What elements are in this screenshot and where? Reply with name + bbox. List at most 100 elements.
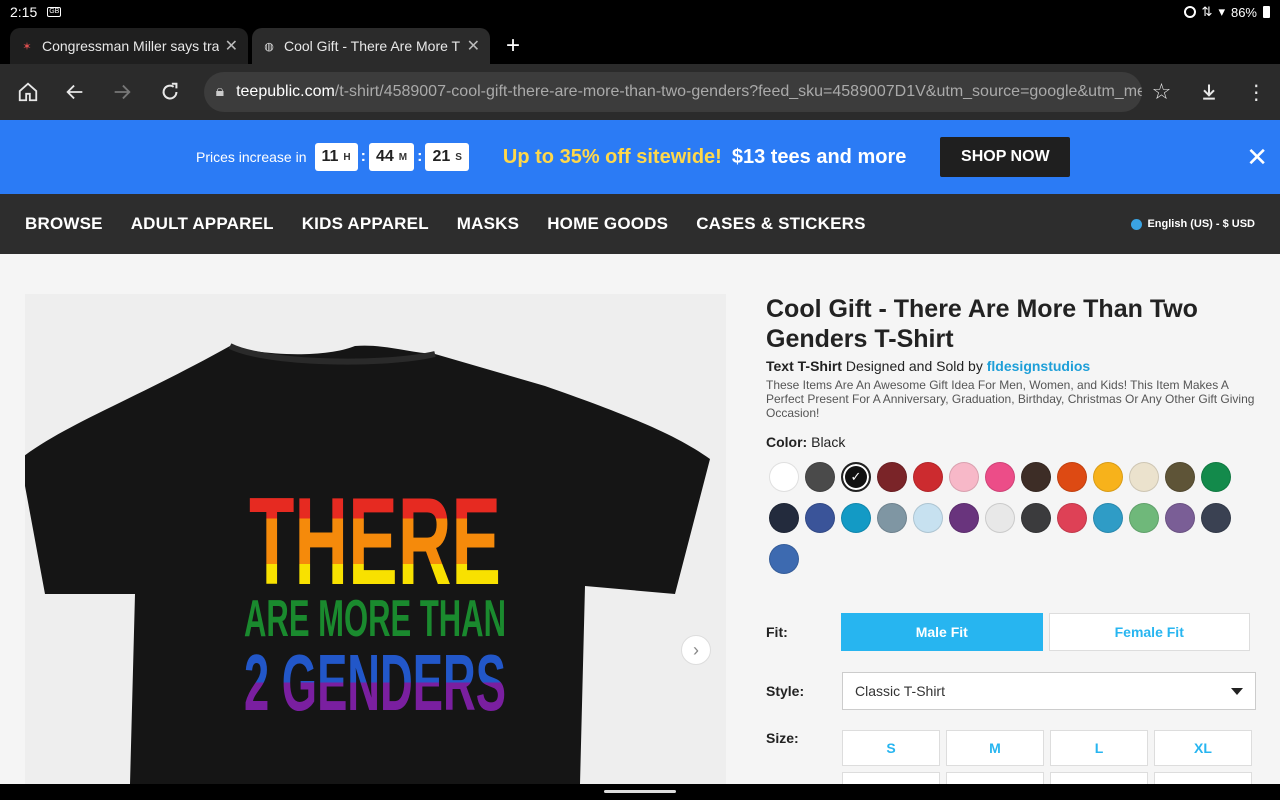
color-swatch[interactable] <box>913 462 943 492</box>
color-swatch[interactable] <box>949 462 979 492</box>
reload-icon[interactable] <box>146 68 193 116</box>
product-gallery[interactable]: THERE ARE MORE THAN 2 GENDERS › <box>25 294 726 784</box>
color-swatch[interactable] <box>877 503 907 533</box>
url-host: teepublic.com <box>236 83 335 100</box>
url-path: /t-shirt/4589007-cool-gift-there-are-mor… <box>334 83 1142 100</box>
data-arrows-icon: ⇅ <box>1201 4 1213 19</box>
fit-label: Fit: <box>766 624 788 640</box>
color-swatch[interactable] <box>805 503 835 533</box>
color-swatch[interactable] <box>985 503 1015 533</box>
fit-row: Fit: Male Fit Female Fit <box>766 613 1256 651</box>
home-icon[interactable] <box>4 68 51 116</box>
wifi-icon: ▾ <box>1218 4 1225 19</box>
lock-icon: 🔒︎ <box>215 83 225 100</box>
product-title: Cool Gift - There Are More Than Two Gend… <box>766 295 1198 353</box>
style-row: Style: Classic T-Shirt <box>766 672 1256 710</box>
promo-banner: Prices increase in 11 H : 44 M : 21 S Up to… <box>0 120 1280 194</box>
product-byline: Text T-Shirt Designed and Sold by fldesi… <box>766 358 1256 374</box>
promo-price-text: $13 tees and more <box>731 145 907 168</box>
site-nav: BROWSE ADULT APPAREL KIDS APPAREL MASKS … <box>0 194 1280 254</box>
male-fit-button[interactable]: Male Fit <box>841 613 1043 651</box>
color-swatch[interactable] <box>913 503 943 533</box>
product-details: Cool Gift - There Are More Than Two Gend… <box>766 294 1256 574</box>
style-value: Classic T-Shirt <box>855 683 945 699</box>
close-tab-icon[interactable]: ✕ <box>467 36 480 56</box>
nav-adult-apparel[interactable]: ADULT APPAREL <box>131 214 274 234</box>
size-label: Size: <box>766 730 799 746</box>
size-xl-button[interactable]: XL <box>1154 730 1252 766</box>
caret-down-icon <box>1231 687 1243 695</box>
size-button[interactable] <box>842 772 940 784</box>
back-icon[interactable] <box>51 68 98 116</box>
status-bar: 2:15 GB ⇅ ▾ 86% <box>0 0 1280 24</box>
color-swatch[interactable] <box>1021 462 1051 492</box>
battery-level: 86% <box>1230 4 1257 20</box>
nav-masks[interactable]: MASKS <box>457 214 519 234</box>
address-bar[interactable]: 🔒︎ teepublic.com/t-shirt/4589007-cool-gi… <box>203 72 1142 112</box>
size-l-button[interactable]: L <box>1050 730 1148 766</box>
shirt-line3: 2 GENDERS <box>244 638 506 727</box>
color-swatch[interactable] <box>1057 462 1087 492</box>
color-swatch[interactable] <box>985 462 1015 492</box>
notification-icon: GB <box>47 7 62 17</box>
nav-home-goods[interactable]: HOME GOODS <box>547 214 668 234</box>
countdown-minutes: 44 M <box>368 143 415 171</box>
size-button[interactable] <box>1050 772 1148 784</box>
language-selector[interactable]: English (US) - $ USD <box>1131 218 1255 230</box>
close-banner-icon[interactable]: ✕ <box>1246 142 1268 173</box>
color-swatch[interactable] <box>1129 503 1159 533</box>
gesture-handle[interactable] <box>604 790 676 793</box>
forward-icon[interactable] <box>99 68 146 116</box>
prices-increase-text: Prices increase in <box>196 149 307 165</box>
next-image-button[interactable]: › <box>681 635 711 665</box>
color-swatch[interactable] <box>769 462 799 492</box>
promo-deal-text: Up to 35% off sitewide! <box>502 145 722 168</box>
color-swatch[interactable] <box>805 462 835 492</box>
color-swatch[interactable] <box>1129 462 1159 492</box>
color-swatch[interactable]: ✓ <box>841 462 871 492</box>
color-swatch[interactable] <box>1093 503 1123 533</box>
female-fit-button[interactable]: Female Fit <box>1048 613 1250 651</box>
countdown-seconds: 21 S <box>425 143 469 171</box>
battery-icon <box>1263 6 1270 18</box>
download-icon[interactable] <box>1185 68 1232 116</box>
color-swatch[interactable] <box>1057 503 1087 533</box>
color-swatch[interactable] <box>769 503 799 533</box>
nav-kids-apparel[interactable]: KIDS APPAREL <box>302 214 429 234</box>
system-nav-bar <box>0 784 1280 800</box>
tshirt-image: THERE ARE MORE THAN 2 GENDERS <box>25 343 710 784</box>
bookmark-star-icon[interactable]: ☆ <box>1138 68 1185 116</box>
size-row: Size: S M L XL <box>766 730 1256 784</box>
artist-link[interactable]: fldesignstudios <box>987 358 1090 374</box>
shop-now-button[interactable]: SHOP NOW <box>940 137 1071 177</box>
color-swatch[interactable] <box>877 462 907 492</box>
color-swatches: ✓ <box>769 462 1256 574</box>
size-m-button[interactable]: M <box>946 730 1044 766</box>
countdown-timer: 11 H : 44 M : 21 S <box>314 143 469 171</box>
sync-icon <box>1183 6 1196 18</box>
color-swatch[interactable] <box>1201 462 1231 492</box>
color-swatch[interactable] <box>1021 503 1051 533</box>
tab-congressman[interactable]: ✶ Congressman Miller says tra ✕ <box>10 28 248 64</box>
close-tab-icon[interactable]: ✕ <box>225 36 238 56</box>
style-select[interactable]: Classic T-Shirt <box>842 672 1256 710</box>
tab-strip: ✶ Congressman Miller says tra ✕ ◍ Cool G… <box>0 24 1280 64</box>
color-swatch[interactable] <box>1165 462 1195 492</box>
size-button[interactable] <box>1154 772 1252 784</box>
new-tab-icon[interactable]: + <box>506 28 520 64</box>
product-type: Text T-Shirt <box>766 358 842 374</box>
tab-favicon-icon: ✶ <box>22 40 32 53</box>
size-s-button[interactable]: S <box>842 730 940 766</box>
color-swatch[interactable] <box>949 503 979 533</box>
menu-icon[interactable]: ⋮ <box>1233 68 1280 116</box>
color-swatch[interactable] <box>769 544 799 574</box>
nav-cases-stickers[interactable]: CASES & STICKERS <box>696 214 865 234</box>
color-swatch[interactable] <box>841 503 871 533</box>
color-swatch[interactable] <box>1201 503 1231 533</box>
size-button[interactable] <box>946 772 1044 784</box>
tab-cool-gift[interactable]: ◍ Cool Gift - There Are More Th ✕ <box>252 28 490 64</box>
designed-by-text: Designed and Sold by <box>845 358 983 374</box>
color-swatch[interactable] <box>1165 503 1195 533</box>
color-swatch[interactable] <box>1093 462 1123 492</box>
nav-browse[interactable]: BROWSE <box>25 214 103 234</box>
